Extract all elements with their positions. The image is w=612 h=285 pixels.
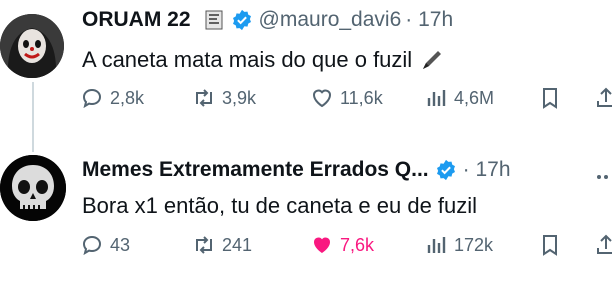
display-name[interactable]: ORUAM 22 <box>82 8 191 32</box>
reply-count: 43 <box>110 234 131 255</box>
more-options-icon[interactable] <box>596 167 612 179</box>
tweet-2-text: Bora x1 então, tu de caneta e eu de fuzi… <box>82 193 477 219</box>
share-button[interactable] <box>594 86 612 110</box>
tweet-2[interactable]: Memes Extremamente Errados Q... · 17h Bo… <box>0 145 612 285</box>
views-count: 4,6M <box>454 87 495 108</box>
tweet-text: Bora x1 então, tu de caneta e eu de fuzi… <box>82 193 478 218</box>
bookmark-icon <box>543 88 557 109</box>
retweet-icon <box>196 236 212 254</box>
tweet-2-actions: 43 241 7,6k 172k <box>0 233 612 263</box>
share-icon <box>597 87 612 107</box>
retweet-count: 3,9k <box>222 87 257 108</box>
reply-count: 2,8k <box>110 87 145 108</box>
views-count: 172k <box>454 234 494 255</box>
bookmark-button[interactable] <box>538 233 568 257</box>
heart-icon <box>312 89 332 108</box>
like-button[interactable]: 11,6k <box>310 86 383 110</box>
avatar-memes[interactable] <box>0 155 66 221</box>
clown-avatar-image <box>0 14 64 78</box>
tweet-text: A caneta mata mais do que o fuzil <box>82 47 413 72</box>
skull-avatar-image <box>0 155 66 221</box>
reply-icon <box>82 88 102 109</box>
avatar-oruam[interactable] <box>0 14 64 78</box>
reply-button[interactable]: 2,8k <box>80 86 144 110</box>
pen-icon <box>420 48 444 72</box>
retweet-button[interactable]: 241 <box>192 233 252 257</box>
verified-badge-icon <box>232 9 251 31</box>
handle[interactable]: @mauro_davi6 <box>259 8 402 32</box>
tweet-1-actions: 2,8k 3,9k 11,6k 4,6M <box>0 86 612 116</box>
views-button[interactable]: 172k <box>424 233 493 257</box>
reply-icon <box>82 235 102 256</box>
sticker-icon <box>203 9 225 31</box>
timestamp[interactable]: · 17h <box>463 158 511 182</box>
heart-filled-icon <box>314 237 330 253</box>
tweet-1-header: ORUAM 22 @mauro_davi6 · 17h <box>82 8 453 32</box>
timestamp[interactable]: · 17h <box>405 8 453 32</box>
display-name[interactable]: Memes Extremamente Errados Q... <box>82 158 429 182</box>
like-button-active[interactable]: 7,6k <box>310 233 374 257</box>
bookmark-icon <box>543 235 557 256</box>
reply-button[interactable]: 43 <box>80 233 130 257</box>
like-count: 7,6k <box>340 234 375 255</box>
retweet-count: 241 <box>222 234 253 255</box>
like-count: 11,6k <box>340 87 383 108</box>
retweet-button[interactable]: 3,9k <box>192 86 256 110</box>
tweet-2-header: Memes Extremamente Errados Q... · 17h <box>82 158 511 182</box>
share-button[interactable] <box>594 233 612 257</box>
views-button[interactable]: 4,6M <box>424 86 494 110</box>
bookmark-button[interactable] <box>538 86 568 110</box>
tweet-1-text: A caneta mata mais do que o fuzil <box>82 47 444 73</box>
views-icon <box>427 90 446 106</box>
tweet-1[interactable]: ORUAM 22 @mauro_davi6 · 17h A caneta mat… <box>0 0 612 140</box>
share-icon <box>597 234 612 254</box>
views-icon <box>427 237 446 253</box>
retweet-icon <box>196 89 212 107</box>
verified-badge-icon <box>436 159 455 181</box>
